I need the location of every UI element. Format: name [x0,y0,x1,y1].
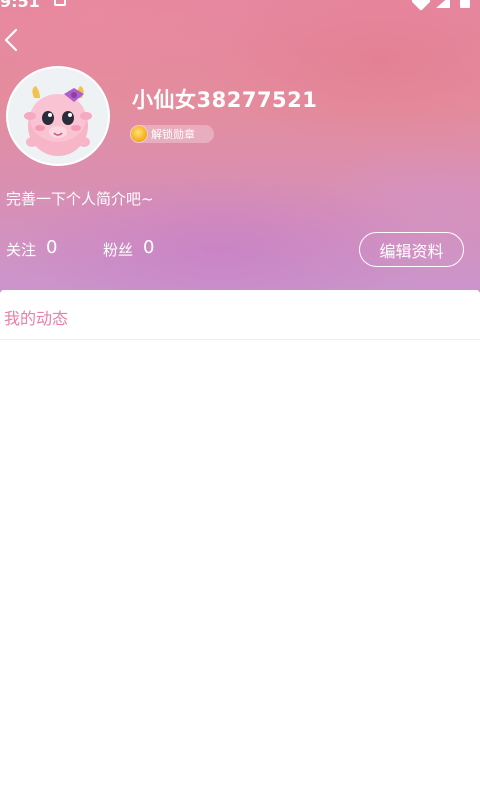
back-button[interactable] [0,26,28,54]
followers-count[interactable]: 0 [143,237,154,258]
notification-icon [54,0,66,6]
tab-my-posts[interactable]: 我的动态 [4,305,68,329]
signal-icon [436,0,450,8]
following-label[interactable]: 关注 [6,239,36,260]
followers-label[interactable]: 粉丝 [103,239,133,260]
medal-icon [131,126,147,142]
pink-monster-avatar-icon [24,86,92,156]
badge-label: 解锁勋章 [151,128,195,141]
battery-icon [460,0,470,8]
tab-bar: 我的动态 [0,290,480,340]
following-count[interactable]: 0 [46,237,57,258]
status-bar: 9:51 [0,0,480,12]
username: 小仙女38277521 [132,88,318,112]
profile-header: 9:51 小仙女38277521 解锁勋章 完善一下个人简介吧~ 关注 0 粉丝… [0,0,480,300]
avatar[interactable] [6,66,110,166]
status-time: 9:51 [0,0,40,11]
profile-bio[interactable]: 完善一下个人简介吧~ [6,188,154,209]
posts-content-area [0,341,480,800]
chevron-left-icon [4,28,18,52]
unlock-badge-button[interactable]: 解锁勋章 [130,125,214,143]
edit-profile-button[interactable]: 编辑资料 [359,232,464,267]
wifi-icon [411,0,431,11]
